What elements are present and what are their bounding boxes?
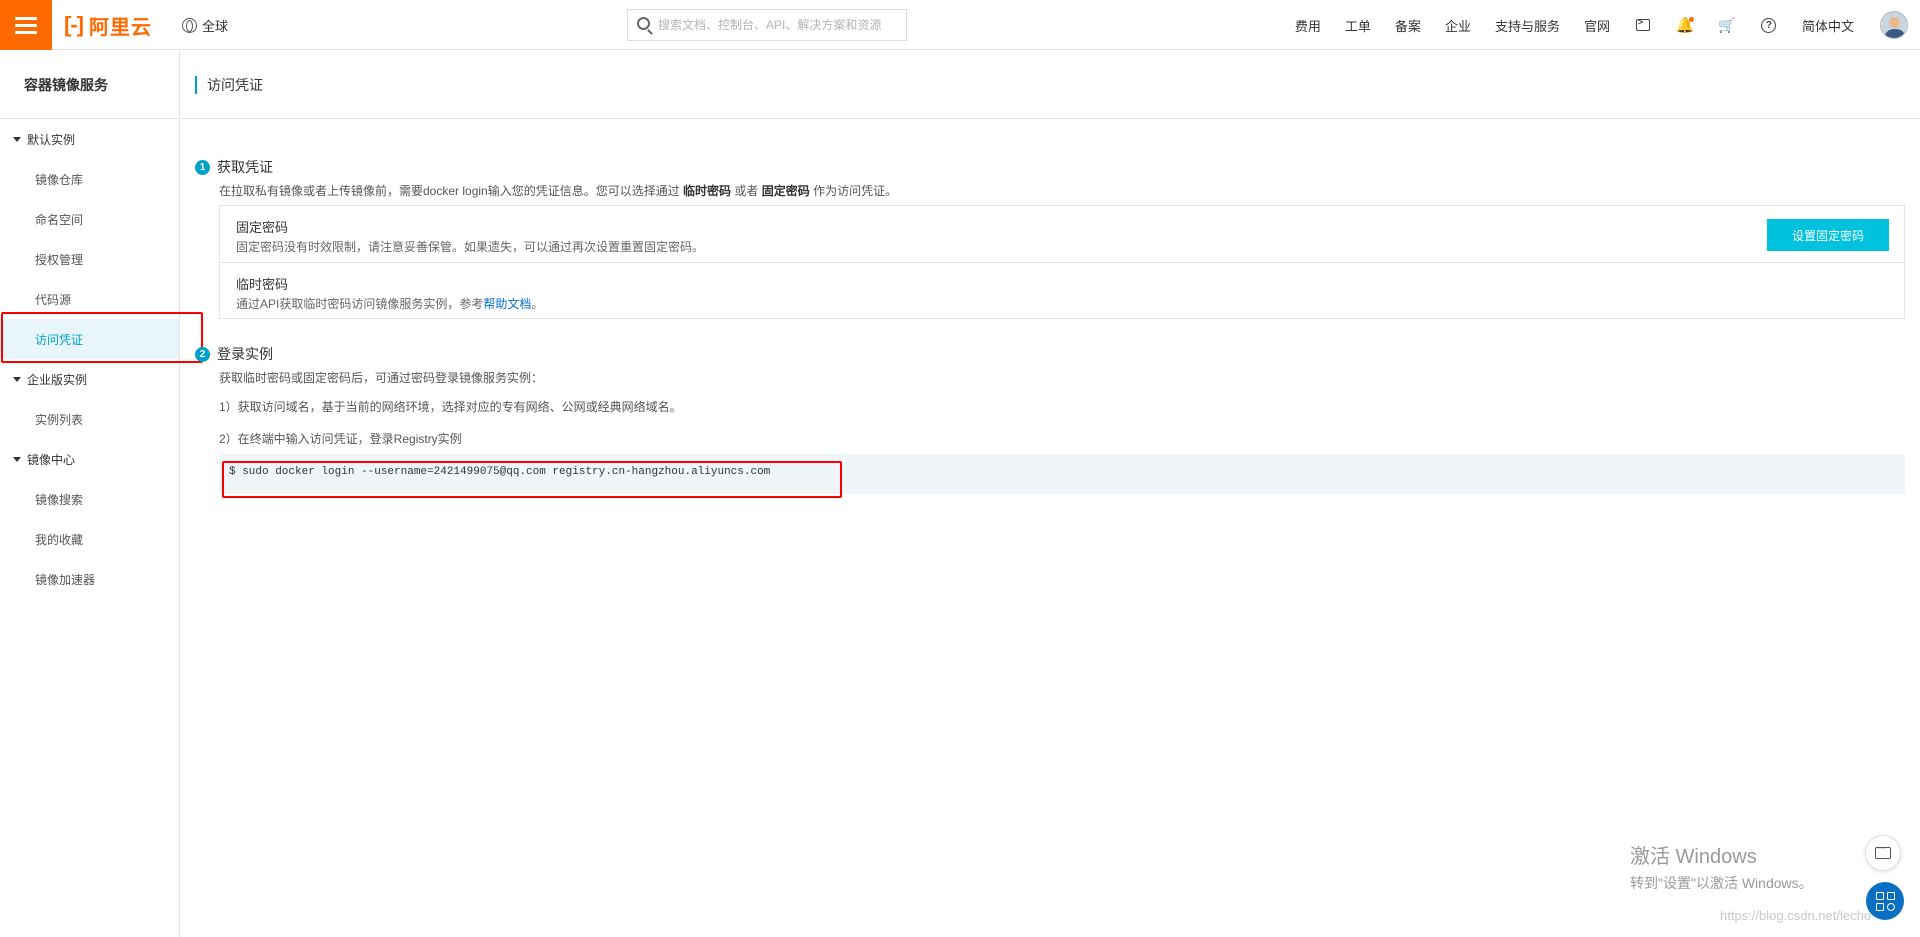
step-1-description: 在拉取私有镜像或者上传镜像前，需要docker login输入您的凭证信息。您可… bbox=[219, 184, 898, 198]
page-title: 访问凭证 bbox=[207, 76, 263, 93]
title-accent-bar bbox=[195, 75, 197, 94]
caret-down-icon bbox=[13, 136, 21, 142]
temp-password-row: 临时密码 通过API获取临时密码访问镜像服务实例，参考帮助文档。 bbox=[220, 263, 1904, 320]
chat-icon bbox=[1875, 842, 1891, 859]
step-number-badge: 2 bbox=[195, 346, 210, 362]
nav-billing[interactable]: 费用 bbox=[1283, 16, 1333, 35]
nav-ticket[interactable]: 工单 bbox=[1333, 16, 1383, 35]
logo-text: 阿里云 bbox=[88, 16, 152, 39]
search-input[interactable] bbox=[658, 18, 898, 32]
user-avatar[interactable] bbox=[1880, 11, 1908, 39]
sidebar-group-image-center[interactable]: 镜像中心 bbox=[0, 439, 179, 479]
step-2-heading: 2 登录实例 bbox=[195, 344, 273, 364]
search-icon bbox=[637, 17, 650, 30]
sidebar: 容器镜像服务 默认实例 镜像仓库 命名空间 授权管理 代码源 访问凭证 企业版实… bbox=[0, 51, 180, 937]
docker-login-command[interactable]: $ sudo docker login --username=242149907… bbox=[219, 454, 1905, 494]
watermark-line-1: 激活 Windows bbox=[1630, 846, 1757, 868]
apps-icon bbox=[1875, 891, 1884, 900]
nav-icp[interactable]: 备案 bbox=[1383, 16, 1433, 35]
sidebar-item-authorization[interactable]: 授权管理 bbox=[0, 239, 179, 279]
step-number-badge: 1 bbox=[195, 159, 210, 175]
top-navigation-bar: [-] 阿里云 全球 费用 工单 备案 企业 支持与服务 官网 🔔 🛒 ? 简体… bbox=[0, 0, 1920, 50]
sidebar-item-code-source[interactable]: 代码源 bbox=[0, 279, 179, 319]
sidebar-item-image-search[interactable]: 镜像搜索 bbox=[0, 479, 179, 519]
caret-down-icon bbox=[13, 456, 21, 462]
nav-enterprise[interactable]: 企业 bbox=[1433, 16, 1483, 35]
sidebar-title: 容器镜像服务 bbox=[0, 51, 179, 119]
fixed-password-title: 固定密码 bbox=[236, 220, 289, 235]
nav-support[interactable]: 支持与服务 bbox=[1483, 16, 1572, 35]
windows-activation-watermark: 激活 Windows 转到"设置"以激活 Windows。 bbox=[1630, 840, 1813, 893]
top-nav-links: 费用 工单 备案 企业 支持与服务 官网 🔔 🛒 ? 简体中文 bbox=[1283, 0, 1920, 50]
sidebar-group-default-instance[interactable]: 默认实例 bbox=[0, 119, 179, 159]
sidebar-item-namespaces[interactable]: 命名空间 bbox=[0, 199, 179, 239]
sidebar-group-label: 默认实例 bbox=[27, 132, 76, 147]
step-2-description: 获取临时密码或固定密码后，可通过密码登录镜像服务实例： bbox=[219, 371, 544, 385]
watermark-line-2: 转到"设置"以激活 Windows。 bbox=[1630, 875, 1813, 891]
notification-button[interactable]: 🔔 bbox=[1664, 0, 1706, 50]
step-1-heading: 1 获取凭证 bbox=[195, 157, 273, 177]
region-label: 全球 bbox=[202, 18, 229, 34]
search-box[interactable] bbox=[627, 9, 907, 41]
step-2-instruction-1: 1）获取访问域名，基于当前的网络环境，选择对应的专有网络、公网或经典网络域名。 bbox=[219, 400, 682, 414]
sidebar-group-enterprise-instance[interactable]: 企业版实例 bbox=[0, 359, 179, 399]
credential-panel: 固定密码 固定密码没有时效限制，请注意妥善保管。如果遗失，可以通过再次设置重置固… bbox=[219, 205, 1905, 319]
page-header: 访问凭证 bbox=[181, 51, 1920, 119]
apps-button[interactable] bbox=[1866, 882, 1904, 920]
region-selector[interactable]: 全球 bbox=[182, 16, 228, 34]
logo-mark-icon: [-] bbox=[64, 12, 84, 37]
set-fixed-password-button[interactable]: 设置固定密码 bbox=[1767, 219, 1889, 251]
temp-password-description: 通过API获取临时密码访问镜像服务实例，参考帮助文档。 bbox=[236, 297, 544, 311]
help-icon: ? bbox=[1761, 17, 1777, 33]
menu-icon[interactable] bbox=[0, 0, 52, 50]
csdn-watermark: https://blog.csdn.net/lecho bbox=[1720, 908, 1872, 923]
sidebar-item-favorites[interactable]: 我的收藏 bbox=[0, 519, 179, 559]
sidebar-item-image-accelerator[interactable]: 镜像加速器 bbox=[0, 559, 179, 599]
fixed-password-description: 固定密码没有时效限制，请注意妥善保管。如果遗失，可以通过再次设置重置固定密码。 bbox=[236, 240, 705, 254]
help-button[interactable]: ? bbox=[1748, 0, 1790, 50]
cart-icon: 🛒 bbox=[1718, 16, 1736, 33]
notification-dot bbox=[1688, 17, 1694, 22]
step-title: 获取凭证 bbox=[217, 159, 273, 175]
sidebar-group-label: 镜像中心 bbox=[27, 452, 76, 467]
sidebar-item-access-credential[interactable]: 访问凭证 bbox=[0, 319, 179, 359]
help-doc-link[interactable]: 帮助文档 bbox=[483, 297, 531, 311]
terminal-icon bbox=[1635, 17, 1650, 31]
sidebar-group-label: 企业版实例 bbox=[27, 372, 88, 387]
aliyun-logo[interactable]: [-] 阿里云 bbox=[64, 12, 152, 39]
sidebar-item-instance-list[interactable]: 实例列表 bbox=[0, 399, 179, 439]
step-title: 登录实例 bbox=[217, 346, 273, 362]
temp-password-title: 临时密码 bbox=[236, 277, 289, 292]
step-2-instruction-2: 2）在终端中输入访问凭证，登录Registry实例 bbox=[219, 432, 462, 446]
terminal-button[interactable] bbox=[1622, 0, 1664, 50]
fixed-password-row: 固定密码 固定密码没有时效限制，请注意妥善保管。如果遗失，可以通过再次设置重置固… bbox=[220, 206, 1904, 263]
cart-button[interactable]: 🛒 bbox=[1706, 0, 1748, 50]
chat-button[interactable] bbox=[1865, 835, 1901, 871]
nav-official-site[interactable]: 官网 bbox=[1572, 16, 1622, 35]
language-selector[interactable]: 简体中文 bbox=[1790, 16, 1866, 35]
caret-down-icon bbox=[13, 376, 21, 382]
globe-icon bbox=[182, 17, 197, 33]
sidebar-item-repositories[interactable]: 镜像仓库 bbox=[0, 159, 179, 199]
